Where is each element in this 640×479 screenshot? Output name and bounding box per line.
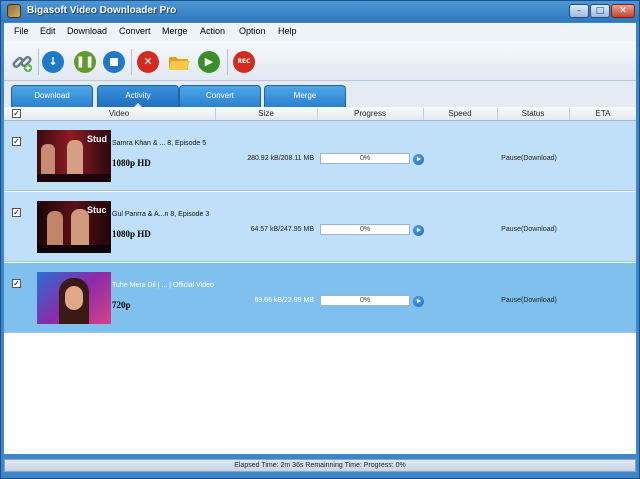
video-thumbnail [37, 272, 111, 324]
tab-merge[interactable]: Merge [264, 85, 346, 107]
download-row[interactable]: ✓ Tuhe Mera Dil | ... | Official Video 7… [4, 263, 636, 333]
add-url-button[interactable] [11, 51, 33, 73]
folder-icon [169, 57, 190, 70]
video-resolution: 1080p HD [112, 229, 151, 239]
stop-icon [110, 58, 118, 66]
thumbnail-caption: Stud [87, 134, 107, 144]
menu-help[interactable]: Help [278, 26, 297, 36]
toolbar-separator [38, 49, 39, 75]
pause-icon: ❚❚ [75, 55, 95, 68]
row-checkbox[interactable]: ✓ [12, 137, 21, 146]
download-row[interactable]: ✓ Stud Samra Khan & ... 8, Episode 5 108… [4, 121, 636, 191]
app-window: Bigasoft Video Downloader Pro – □ ✕ File… [0, 0, 640, 479]
download-status: Pause(Download) [501, 226, 557, 233]
column-speed[interactable]: Speed [424, 109, 496, 118]
menu-file[interactable]: File [14, 26, 29, 36]
play-button[interactable]: ▶ [198, 51, 220, 73]
minimize-button[interactable]: – [569, 4, 589, 18]
column-progress[interactable]: Progress [318, 109, 422, 118]
chain-link-icon [12, 55, 32, 72]
column-status[interactable]: Status [498, 109, 568, 118]
video-title: Samra Khan & ... 8, Episode 5 [112, 140, 207, 147]
tab-strip: Download Activity Convert Merge [4, 81, 636, 107]
video-thumbnail: Stuc [37, 201, 111, 253]
tab-activity[interactable]: Activity [97, 85, 179, 107]
record-button[interactable]: REC [233, 51, 255, 73]
delete-button[interactable]: ✕ [137, 51, 159, 73]
app-logo-icon [7, 4, 21, 18]
download-status: Pause(Download) [501, 297, 557, 304]
title-bar[interactable]: Bigasoft Video Downloader Pro – □ ✕ [1, 1, 639, 22]
row-checkbox[interactable]: ✓ [12, 279, 21, 288]
download-button[interactable]: ↓ [42, 51, 64, 73]
video-resolution: 720p [112, 300, 131, 310]
menu-convert[interactable]: Convert [119, 26, 151, 36]
toolbar-separator [131, 49, 132, 75]
video-size: 64.57 kB/247.95 MB [250, 226, 314, 233]
tab-download[interactable]: Download [11, 85, 93, 107]
column-eta[interactable]: ETA [570, 109, 636, 118]
download-list: ✓ Stud Samra Khan & ... 8, Episode 5 108… [4, 121, 636, 454]
column-size[interactable]: Size [216, 109, 316, 118]
maximize-button[interactable]: □ [590, 4, 610, 18]
menu-download[interactable]: Download [67, 26, 107, 36]
video-thumbnail: Stud [37, 130, 111, 182]
select-all-checkbox[interactable]: ✓ [12, 109, 21, 118]
menu-option[interactable]: Option [239, 26, 266, 36]
rec-icon: REC [237, 58, 251, 65]
video-size: 280.92 kB/208.11 MB [247, 155, 314, 162]
table-header: ✓ Video Size Progress Speed Status ETA [4, 107, 636, 121]
toolbar-separator [227, 49, 228, 75]
resume-play-icon[interactable] [413, 225, 424, 236]
stop-button[interactable] [103, 51, 125, 73]
window-title: Bigasoft Video Downloader Pro [27, 5, 177, 16]
toolbar: ↓ ❚❚ ✕ ▶ REC [4, 41, 636, 81]
video-title: Gul Panrra & A...n 8, Episode 3 [112, 211, 210, 218]
open-folder-button[interactable] [167, 51, 190, 73]
download-arrow-icon: ↓ [48, 55, 58, 68]
resume-play-icon[interactable] [413, 154, 424, 165]
row-checkbox[interactable]: ✓ [12, 208, 21, 217]
resume-play-icon[interactable] [413, 296, 424, 307]
download-status: Pause(Download) [501, 155, 557, 162]
video-size: 69.66 kB/22.99 MB [254, 297, 314, 304]
status-bar: Elapsed Time: 2m 36s Remainning Time: Pr… [4, 459, 636, 472]
progress-bar: 0% [320, 295, 410, 306]
pause-button[interactable]: ❚❚ [74, 51, 96, 73]
download-row[interactable]: ✓ Stuc Gul Panrra & A...n 8, Episode 3 1… [4, 192, 636, 262]
close-button[interactable]: ✕ [611, 4, 635, 18]
menu-bar: File Edit Download Convert Merge Action … [4, 23, 636, 41]
progress-bar: 0% [320, 224, 410, 235]
column-video[interactable]: Video [24, 109, 214, 118]
thumbnail-caption: Stuc [87, 205, 107, 215]
progress-bar: 0% [320, 153, 410, 164]
video-resolution: 1080p HD [112, 158, 151, 168]
tab-convert[interactable]: Convert [179, 85, 261, 107]
video-title: Tuhe Mera Dil | ... | Official Video [112, 282, 214, 289]
menu-action[interactable]: Action [200, 26, 225, 36]
x-icon: ✕ [143, 55, 153, 68]
menu-merge[interactable]: Merge [162, 26, 188, 36]
menu-edit[interactable]: Edit [40, 26, 56, 36]
play-icon: ▶ [204, 55, 214, 68]
